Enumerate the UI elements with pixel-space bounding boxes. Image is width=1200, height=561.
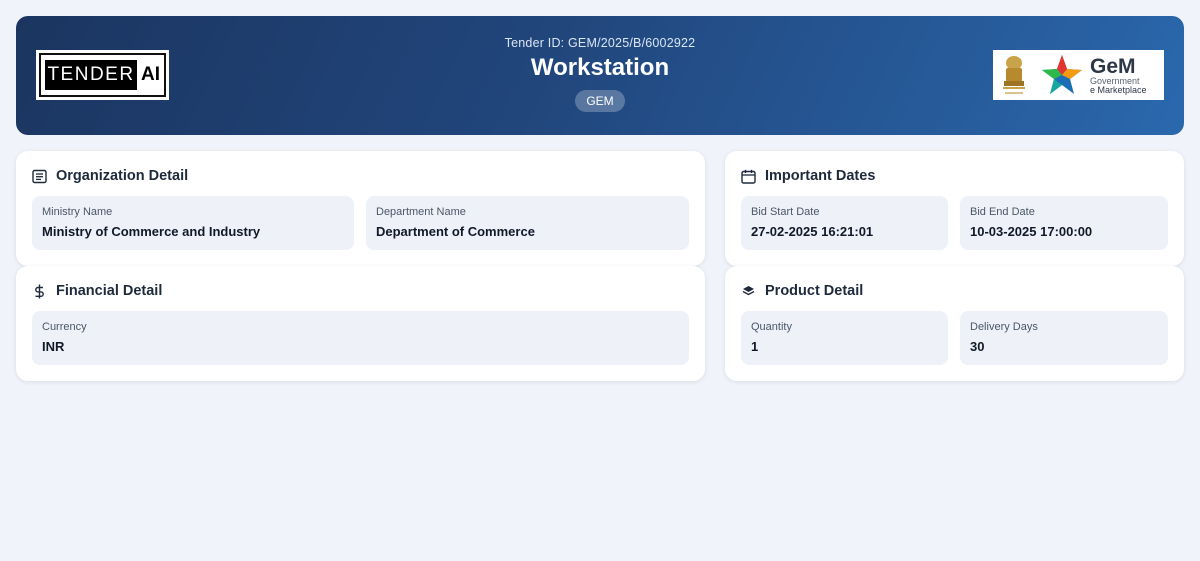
gem-logo: GeM Government e Marketplace (993, 50, 1164, 100)
field-label: Quantity (751, 321, 792, 333)
quantity-field: Quantity 1 (741, 311, 948, 365)
field-value: 10-03-2025 17:00:00 (970, 224, 1093, 239)
field-label: Bid Start Date (751, 206, 820, 218)
financial-detail-card: Financial Detail Currency INR (16, 266, 705, 381)
gem-text: GeM Government e Marketplace (1090, 56, 1147, 95)
field-label: Ministry Name (42, 206, 113, 218)
ministry-name-field: Ministry Name Ministry of Commerce and I… (32, 196, 354, 250)
field-value: 30 (970, 339, 985, 354)
bid-start-date-field: Bid Start Date 27-02-2025 16:21:01 (741, 196, 948, 250)
department-name-field: Department Name Department of Commerce (366, 196, 689, 250)
field-label: Department Name (376, 206, 466, 218)
field-label: Currency (42, 321, 87, 333)
tender-id: Tender ID: GEM/2025/B/6002922 (504, 36, 696, 50)
bid-end-date-field: Bid End Date 10-03-2025 17:00:00 (960, 196, 1168, 250)
important-dates-header: Important Dates (741, 168, 875, 184)
important-dates-title: Important Dates (765, 168, 876, 184)
field-value: Ministry of Commerce and Industry (42, 224, 261, 239)
field-label: Bid End Date (970, 206, 1035, 218)
field-value: 1 (751, 339, 759, 354)
delivery-days-field: Delivery Days 30 (960, 311, 1168, 365)
financial-detail-title: Financial Detail (56, 283, 163, 299)
national-emblem-icon (1003, 56, 1025, 94)
field-value: Department of Commerce (376, 224, 535, 239)
organization-detail-title: Organization Detail (56, 168, 189, 184)
organization-detail-header: Organization Detail (32, 168, 188, 184)
dollar-icon (35, 284, 44, 298)
product-detail-title: Product Detail (765, 283, 864, 299)
gem-line2: e Marketplace (1090, 84, 1147, 95)
header-banner: TENDER AI Tender ID: GEM/2025/B/6002922 … (16, 16, 1184, 135)
currency-field: Currency INR (32, 311, 689, 365)
product-detail-card: Product Detail Quantity 1 Delivery Days … (725, 266, 1184, 381)
gem-name: GeM (1090, 54, 1136, 78)
product-detail-header: Product Detail (741, 283, 863, 299)
calendar-icon (741, 169, 756, 184)
financial-detail-header: Financial Detail (32, 283, 162, 299)
field-value: 27-02-2025 16:21:01 (751, 224, 874, 239)
organization-detail-card: Organization Detail Ministry Name Minist… (16, 151, 705, 266)
field-value: INR (42, 339, 65, 354)
gem-star-icon (1042, 55, 1082, 94)
field-label: Delivery Days (970, 321, 1038, 333)
important-dates-card: Important Dates Bid Start Date 27-02-202… (725, 151, 1184, 266)
layers-icon (742, 285, 755, 295)
document-icon (32, 169, 47, 183)
source-badge: GEM (575, 90, 625, 112)
